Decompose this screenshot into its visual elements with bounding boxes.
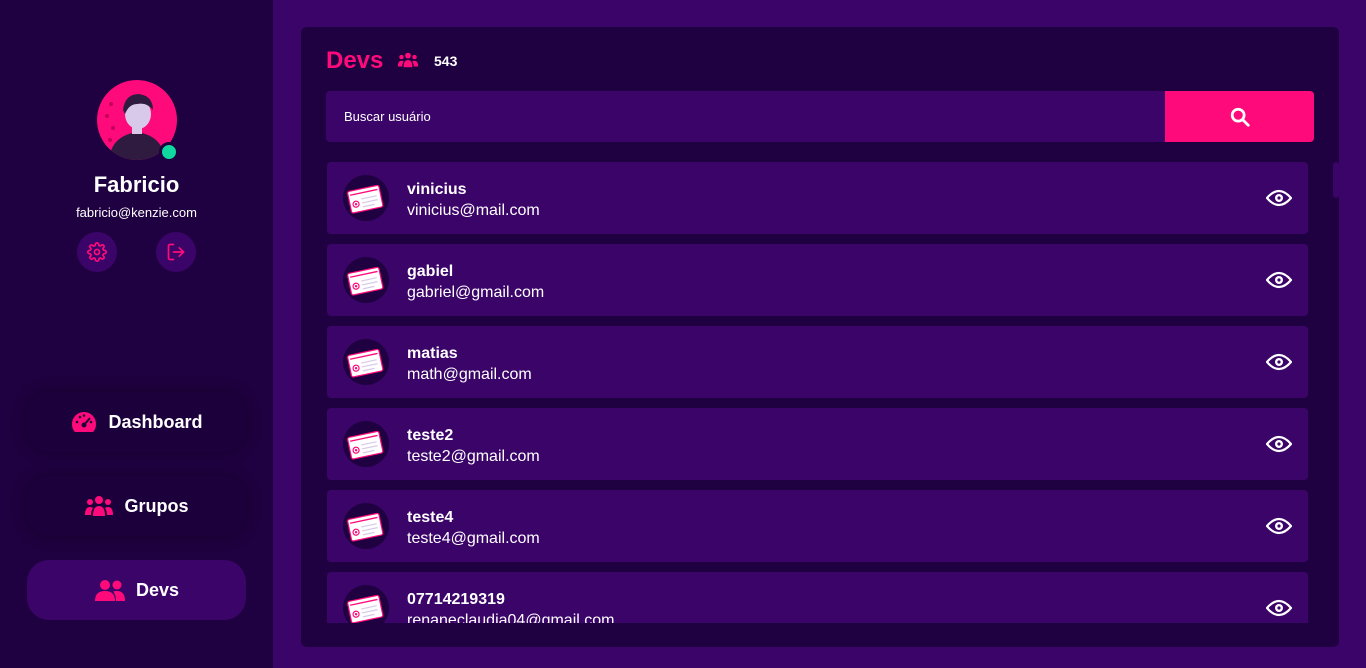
eye-icon[interactable] [1265,514,1293,538]
dev-email: vinicius@mail.com [407,202,540,219]
dev-avatar [343,175,389,221]
dev-email: math@gmail.com [407,366,532,383]
dev-name: teste4 [407,509,454,526]
page-title: Devs [326,47,384,74]
dev-name: gabiel [407,263,454,280]
list-scrollbar[interactable] [1333,162,1339,198]
nav-label-grupos: Grupos [124,495,189,516]
list-item[interactable]: vinicius vinicius@mail.com [327,162,1308,234]
eye-icon[interactable] [1265,596,1293,620]
search-button[interactable] [1165,91,1314,142]
dev-name: teste2 [407,427,454,444]
list-item[interactable]: teste4 teste4@gmail.com [327,490,1308,562]
nav-item-devs[interactable]: Devs [27,560,246,620]
list-item[interactable]: gabiel gabriel@gmail.com [327,244,1308,316]
dev-name: vinicius [407,181,467,198]
dev-email: teste4@gmail.com [407,530,540,547]
settings-button[interactable] [77,232,117,272]
dev-avatar [343,257,389,303]
user-email: fabricio@kenzie.com [76,205,197,220]
search-input[interactable] [326,91,1165,142]
eye-icon[interactable] [1265,432,1293,456]
speedometer-icon [72,412,97,432]
dev-avatar [343,503,389,549]
eye-icon[interactable] [1265,186,1293,210]
devs-list[interactable]: vinicius vinicius@mail.com gabiel gabriel@g… [327,162,1308,623]
user-name: Fabricio [93,172,180,197]
users-icon [397,52,419,68]
online-status-indicator [159,142,179,162]
sidebar: Fabricio fabricio@kenzie.com Dashboard G… [0,0,273,668]
logout-button[interactable] [156,232,196,272]
user-group-icon [94,580,125,601]
dev-email: renaneclaudia04@gmail.com [407,612,615,623]
dev-avatar [343,585,389,623]
gear-icon [87,242,107,262]
nav-item-grupos[interactable]: Grupos [27,476,246,536]
users-icon [85,496,114,516]
nav-label-dashboard: Dashboard [108,411,203,432]
eye-icon[interactable] [1265,268,1293,292]
dev-avatar [343,339,389,385]
dev-name: 07714219319 [407,591,505,608]
search-icon [1230,107,1250,127]
dev-email: gabriel@gmail.com [407,284,545,301]
profile-avatar[interactable] [97,80,179,162]
dev-name: matias [407,345,458,362]
dev-avatar [343,421,389,467]
list-item[interactable]: teste2 teste2@gmail.com [327,408,1308,480]
dev-email: teste2@gmail.com [407,448,540,465]
list-item[interactable]: 07714219319 renaneclaudia04@gmail.com [327,572,1308,623]
nav-item-dashboard[interactable]: Dashboard [27,392,246,452]
search-bar [326,91,1314,142]
logout-icon [167,243,185,261]
list-item[interactable]: matias math@gmail.com [327,326,1308,398]
nav-label-devs: Devs [135,579,180,600]
devs-panel: Devs 543 vinicius vinicius@mail.com gabiel… [301,27,1339,647]
eye-icon[interactable] [1265,350,1293,374]
devs-count: 543 [434,53,458,69]
